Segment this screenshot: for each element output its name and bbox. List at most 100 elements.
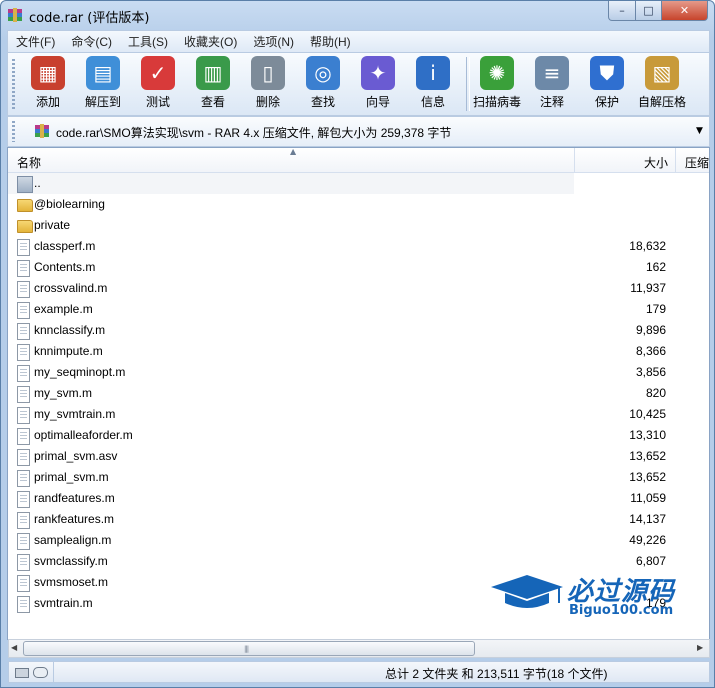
menu-help[interactable]: 帮助(H) [302, 31, 359, 52]
menu-tools[interactable]: 工具(S) [120, 31, 176, 52]
file-icon [17, 470, 30, 487]
toolbar-button-1[interactable]: ▤ 解压到 [76, 56, 130, 112]
toolbar-grip[interactable] [12, 59, 15, 109]
file-row[interactable]: knnimpute.m 8,366 [8, 341, 709, 362]
folder-icon [17, 199, 33, 212]
title-bar[interactable]: code.rar (评估版本) – □ ✕ [1, 1, 714, 29]
toolbar-button-11[interactable]: ▧ 自解压格 [635, 56, 689, 112]
file-name: randfeatures.m [34, 491, 115, 505]
status-summary: 总计 2 文件夹 和 213,511 字节(18 个文件) [385, 667, 608, 681]
scroll-left-icon[interactable]: ◀ [11, 643, 17, 652]
file-row[interactable]: primal_svm.asv 13,652 [8, 446, 709, 467]
file-row[interactable]: primal_svm.m 13,652 [8, 467, 709, 488]
view-book-icon: ▥ [196, 56, 230, 90]
address-grip[interactable] [12, 121, 15, 142]
file-icon [17, 554, 30, 571]
file-row[interactable]: my_seqminopt.m 3,856 [8, 362, 709, 383]
file-size: 9,896 [635, 323, 666, 337]
file-size: 11,937 [630, 281, 666, 295]
file-size: 13,310 [629, 428, 666, 442]
maximize-button[interactable]: □ [635, 1, 662, 21]
winrar-app-icon [8, 8, 22, 22]
file-row[interactable]: classperf.m 18,632 [8, 236, 709, 257]
menu-commands[interactable]: 命令(C) [63, 31, 120, 52]
file-row[interactable]: my_svm.m 820 [8, 383, 709, 404]
archive-icon [35, 124, 49, 138]
scrollbar-thumb[interactable]: ||| [23, 641, 475, 656]
column-header-size[interactable]: 大小 [575, 148, 676, 172]
thumb-grip-icon: ||| [244, 645, 249, 653]
file-name: .. [34, 176, 41, 190]
file-icon [17, 449, 30, 466]
file-row[interactable]: Contents.m 162 [8, 257, 709, 278]
file-name: knnclassify.m [34, 323, 106, 337]
file-row[interactable]: crossvalind.m 11,937 [8, 278, 709, 299]
column-packed-label: 压缩 [685, 156, 710, 170]
toolbar-label: 查找 [310, 95, 335, 109]
file-row[interactable]: .. [8, 173, 709, 194]
toolbar-button-8[interactable]: ✺ 扫描病毒 [470, 56, 524, 112]
file-name: my_seqminopt.m [34, 365, 126, 379]
toolbar-button-5[interactable]: ◎ 查找 [296, 56, 350, 112]
column-header-name[interactable]: 名称 ▲ [8, 148, 575, 172]
file-row[interactable]: @biolearning [8, 194, 709, 215]
close-button[interactable]: ✕ [661, 1, 708, 21]
file-size: 49,226 [629, 533, 666, 547]
toolbar-button-6[interactable]: ✦ 向导 [351, 56, 405, 112]
list-header: 名称 ▲ 大小 压缩 [8, 148, 709, 173]
file-name: private [34, 218, 71, 232]
menu-options[interactable]: 选项(N) [245, 31, 302, 52]
toolbar-button-10[interactable]: ⛊ 保护 [580, 56, 634, 112]
file-row[interactable]: rankfeatures.m 14,137 [8, 509, 709, 530]
info-icon: i [416, 56, 450, 90]
file-row[interactable]: randfeatures.m 11,059 [8, 488, 709, 509]
file-row[interactable]: example.m 179 [8, 299, 709, 320]
menu-favorites[interactable]: 收藏夹(O) [176, 31, 245, 52]
file-size: 820 [645, 386, 666, 400]
watermark-url: Biguo100.com [569, 603, 674, 618]
status-bar: 总计 2 文件夹 和 213,511 字节(18 个文件) [8, 661, 710, 683]
minimize-button[interactable]: – [608, 1, 636, 21]
file-row[interactable]: samplealign.m 49,226 [8, 530, 709, 551]
toolbar-label: 解压到 [84, 95, 121, 109]
toolbar-button-7[interactable]: i 信息 [406, 56, 460, 112]
wizard-wand-icon: ✦ [361, 56, 395, 90]
scroll-right-icon[interactable]: ▶ [697, 643, 703, 652]
file-icon [17, 596, 30, 613]
add-archive-icon: ▦ [31, 56, 65, 90]
file-row[interactable]: my_svmtrain.m 10,425 [8, 404, 709, 425]
toolbar-button-2[interactable]: ✓ 测试 [131, 56, 185, 112]
file-icon [17, 239, 30, 256]
toolbar: ▦ 添加 ▤ 解压到 ✓ 测试 ▥ 查看 ▯ 删除 ◎ 查找 ✦ 向导 i 信息 ✺ 扫描病毒 ≡ 注释 ⛊ 保护 ▧ 自解压… [7, 52, 710, 116]
column-header-packed[interactable]: 压缩 [676, 148, 710, 172]
toolbar-label: 扫描病毒 [472, 95, 521, 109]
file-name: primal_svm.asv [34, 449, 118, 463]
status-icons [9, 662, 54, 682]
file-icon [17, 575, 30, 592]
trash-icon: ▯ [251, 56, 285, 90]
toolbar-button-0[interactable]: ▦ 添加 [21, 56, 75, 112]
address-bar[interactable]: code.rar\SMO算法实现\svm - RAR 4.x 压缩文件, 解包大… [7, 116, 710, 147]
file-row[interactable]: knnclassify.m 9,896 [8, 320, 709, 341]
chevron-down-icon[interactable]: ▼ [696, 126, 703, 136]
toolbar-button-9[interactable]: ≡ 注释 [525, 56, 579, 112]
toolbar-button-4[interactable]: ▯ 删除 [241, 56, 295, 112]
magnifier-icon: ◎ [306, 56, 340, 90]
graduation-cap-icon [491, 575, 563, 608]
drive-icon[interactable] [15, 668, 29, 678]
file-row[interactable]: optimalleaforder.m 13,310 [8, 425, 709, 446]
file-name: primal_svm.m [34, 470, 109, 484]
menu-file[interactable]: 文件(F) [8, 31, 63, 52]
sfx-box-icon: ▧ [645, 56, 679, 90]
toolbar-button-3[interactable]: ▥ 查看 [186, 56, 240, 112]
file-size: 10,425 [629, 407, 666, 421]
key-icon[interactable] [33, 667, 48, 678]
file-name: @biolearning [34, 197, 105, 211]
file-size: 13,652 [629, 449, 666, 463]
file-icon [17, 491, 30, 508]
horizontal-scrollbar[interactable]: ◀ ||| ▶ [8, 639, 710, 658]
toolbar-label: 信息 [420, 95, 445, 109]
file-name: knnimpute.m [34, 344, 103, 358]
file-row[interactable]: private [8, 215, 709, 236]
file-name: my_svm.m [34, 386, 92, 400]
